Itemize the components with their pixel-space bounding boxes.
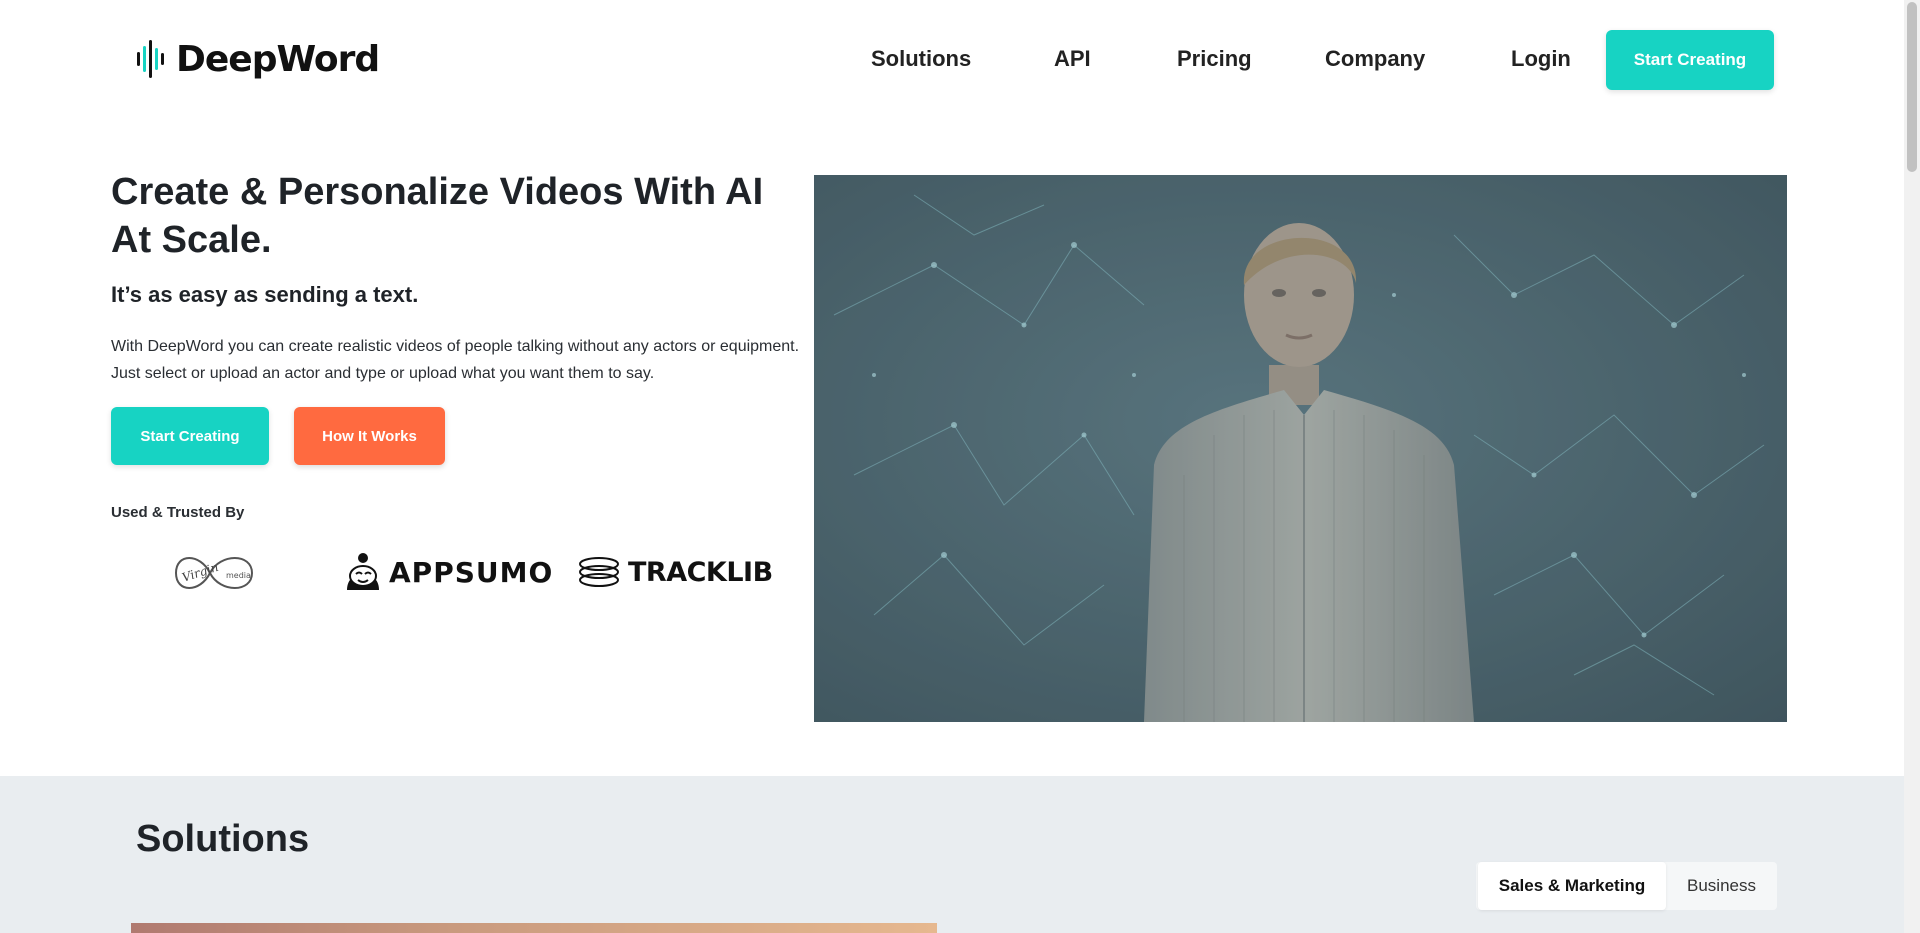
hero-subtitle: It’s as easy as sending a text. (111, 282, 419, 307)
nav-company[interactable]: Company (1325, 46, 1425, 72)
scrollbar-thumb[interactable] (1907, 2, 1917, 172)
virgin-media-text: media (226, 571, 251, 580)
tracklib-text: TRACKLIB (628, 556, 773, 588)
hero-video[interactable] (814, 175, 1787, 722)
solutions-video-preview[interactable] (131, 923, 937, 933)
tracklib-logo: TRACKLIB (578, 552, 773, 592)
solutions-tabs: Sales & Marketing Business (1476, 862, 1777, 910)
page-scrollbar[interactable] (1904, 0, 1920, 933)
appsumo-mascot-icon (347, 553, 379, 590)
nav-login[interactable]: Login (1511, 46, 1571, 72)
hero-title: Create & Personalize Videos With AI At S… (111, 171, 764, 261)
appsumo-logo: APPSUMO (343, 548, 553, 596)
nav-solutions[interactable]: Solutions (871, 46, 971, 72)
trusted-by-label: Used & Trusted By (111, 504, 245, 521)
tracklib-stack-icon (579, 557, 619, 587)
deepword-logo[interactable]: DeepWord (136, 36, 380, 82)
waveform-logo-icon (137, 40, 164, 78)
solutions-title: Solutions (136, 818, 310, 860)
virgin-media-logo: Virgin media (174, 557, 254, 589)
tab-business[interactable]: Business (1666, 862, 1777, 910)
solutions-section: Solutions Sales & Marketing Business (0, 776, 1904, 933)
how-it-works-button[interactable]: How It Works (294, 407, 445, 465)
ai-presenter-video-frame (814, 175, 1787, 722)
header-start-creating-button[interactable]: Start Creating (1606, 30, 1774, 90)
nav-pricing[interactable]: Pricing (1177, 46, 1252, 72)
tab-sales-marketing[interactable]: Sales & Marketing (1478, 862, 1666, 910)
nav-api[interactable]: API (1054, 46, 1091, 72)
hero-description: With DeepWord you can create realistic v… (111, 338, 800, 382)
hero-start-creating-button[interactable]: Start Creating (111, 407, 269, 465)
site-header: DeepWord Solutions API Pricing Company L… (0, 0, 1904, 120)
virgin-script-text: Virgin (180, 560, 220, 585)
appsumo-text: APPSUMO (389, 555, 554, 589)
brand-name: DeepWord (176, 38, 380, 80)
